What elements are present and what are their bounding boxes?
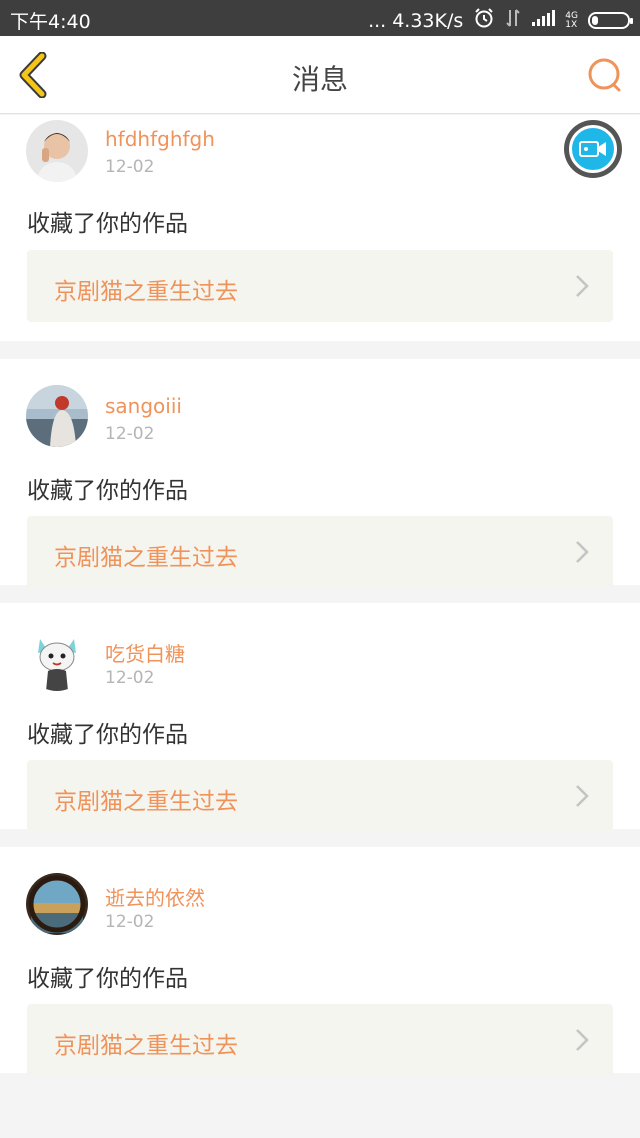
status-bar: 下午4:40 ... 4.33K/s 4G 1X [0, 0, 640, 36]
username[interactable]: 逝去的依然 [105, 882, 205, 911]
work-title: 京剧猫之重生过去 [54, 789, 238, 815]
video-button-inner [569, 125, 617, 173]
work-link[interactable]: 京剧猫之重生过去 [27, 250, 613, 322]
network-type: 4G 1X [565, 11, 578, 30]
alarm-icon [473, 7, 495, 34]
chevron-right-icon [576, 541, 589, 563]
avatar[interactable] [26, 873, 88, 935]
avatar[interactable] [26, 629, 88, 691]
timestamp: 12-02 [105, 912, 155, 932]
work-title: 京剧猫之重生过去 [54, 1033, 238, 1059]
action-text: 收藏了你的作品 [27, 966, 188, 992]
data-transfer-icon [505, 8, 521, 33]
avatar[interactable] [26, 385, 88, 447]
network-type-bottom: 1X [565, 19, 578, 30]
work-link[interactable]: 京剧猫之重生过去 [27, 1004, 613, 1076]
action-text: 收藏了你的作品 [27, 722, 188, 748]
list-item: 吃货白糖 12-02 收藏了你的作品 京剧猫之重生过去 [0, 603, 640, 832]
work-link[interactable]: 京剧猫之重生过去 [27, 760, 613, 832]
username[interactable]: sangoiii [105, 394, 182, 418]
video-record-button[interactable] [564, 120, 622, 178]
search-icon [588, 58, 621, 92]
timestamp: 12-02 [105, 668, 155, 688]
chevron-right-icon [576, 1029, 589, 1051]
work-title: 京剧猫之重生过去 [54, 545, 238, 571]
battery-icon [588, 12, 633, 29]
page-title: 消息 [291, 63, 348, 96]
action-text: 收藏了你的作品 [27, 211, 188, 237]
chevron-right-icon [576, 785, 589, 807]
work-link[interactable]: 京剧猫之重生过去 [27, 516, 613, 588]
timestamp: 12-02 [105, 157, 155, 177]
list-item: sangoiii 12-02 收藏了你的作品 京剧猫之重生过去 [0, 359, 640, 588]
header-bar: 消息 [0, 36, 640, 114]
chevron-right-icon [576, 275, 589, 297]
video-camera-icon [579, 141, 606, 157]
action-text: 收藏了你的作品 [27, 478, 188, 504]
network-speed: ... 4.33K/s [368, 9, 464, 32]
signal-icon [531, 8, 556, 33]
list-item: hfdhfghfgh 12-02 收藏了你的作品 京剧猫之重生过去 [0, 115, 640, 341]
username[interactable]: 吃货白糖 [105, 638, 185, 667]
work-title: 京剧猫之重生过去 [54, 279, 238, 305]
status-right: ... 4.33K/s 4G 1X [368, 7, 633, 34]
search-button[interactable] [584, 54, 626, 96]
username[interactable]: hfdhfghfgh [105, 127, 215, 151]
status-time: 下午4:40 [10, 11, 91, 33]
timestamp: 12-02 [105, 424, 155, 444]
list-item: 逝去的依然 12-02 收藏了你的作品 京剧猫之重生过去 [0, 847, 640, 1076]
message-list[interactable]: hfdhfghfgh 12-02 收藏了你的作品 京剧猫之重生过去 sangoi… [0, 115, 640, 1138]
avatar[interactable] [26, 120, 88, 182]
